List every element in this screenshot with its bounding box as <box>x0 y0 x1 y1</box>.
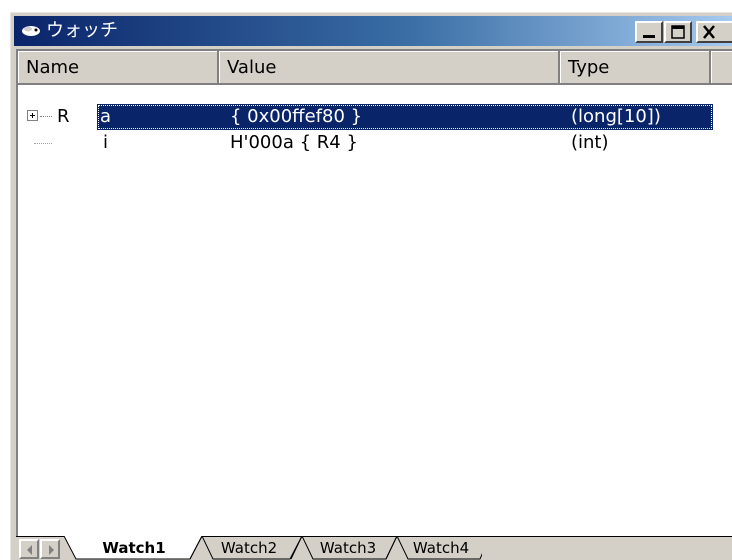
tab-scroll-right-button[interactable] <box>40 539 60 559</box>
arrow-right-icon <box>49 545 54 555</box>
row-type: (int) <box>571 132 609 153</box>
row-value[interactable]: { 0x00ffef80 } <box>230 104 362 130</box>
tab-watch1[interactable]: Watch1 <box>78 537 190 559</box>
column-header-type-label: Type <box>568 57 610 78</box>
watch-list[interactable]: Name Value Type R a { 0x00ffef80 } (long… <box>16 49 732 556</box>
tab-watch4[interactable]: Watch4 <box>403 537 479 559</box>
row-type: (long[10]) <box>571 106 661 127</box>
tab-watch3[interactable]: Watch3 <box>308 537 388 559</box>
register-icon: R <box>57 106 70 127</box>
tab-scroll-left-button[interactable] <box>19 539 39 559</box>
column-header-name-label: Name <box>26 57 80 78</box>
tree-connector <box>34 143 52 144</box>
arrow-left-icon <box>27 545 32 555</box>
table-row[interactable]: R a { 0x00ffef80 } (long[10]) <box>18 104 732 130</box>
close-icon <box>703 25 715 39</box>
maximize-icon <box>671 25 685 39</box>
tree-connector <box>40 116 52 117</box>
window-title: ウォッチ <box>46 20 118 41</box>
row-name: a <box>100 106 112 127</box>
column-header: Name Value Type <box>18 51 732 85</box>
row-name: i <box>103 132 109 153</box>
expand-plus-icon[interactable] <box>27 110 38 121</box>
table-row[interactable]: i H'000a { R4 } (int) <box>18 130 732 156</box>
column-header-value[interactable]: Value <box>219 51 560 85</box>
column-header-value-label: Value <box>227 57 277 78</box>
watch-window: ウォッチ Name Value Type R a {0x00ffef80} … <box>10 12 732 560</box>
maximize-button[interactable] <box>664 21 692 43</box>
minimize-icon <box>643 35 655 38</box>
tab-bar: Watch1 Watch2 Watch3 Watch4 <box>16 536 732 560</box>
tab-watch2[interactable]: Watch2 <box>208 537 290 559</box>
column-header-name[interactable]: Name <box>18 51 219 85</box>
column-header-type[interactable]: Type <box>560 51 711 85</box>
close-button[interactable] <box>696 21 732 43</box>
row-value[interactable]: H'000a { R4 } <box>230 130 358 156</box>
column-header-filler <box>711 51 732 85</box>
minimize-button[interactable] <box>635 21 663 43</box>
watch-app-icon[interactable] <box>20 21 42 41</box>
title-bar[interactable]: ウォッチ <box>14 16 732 46</box>
